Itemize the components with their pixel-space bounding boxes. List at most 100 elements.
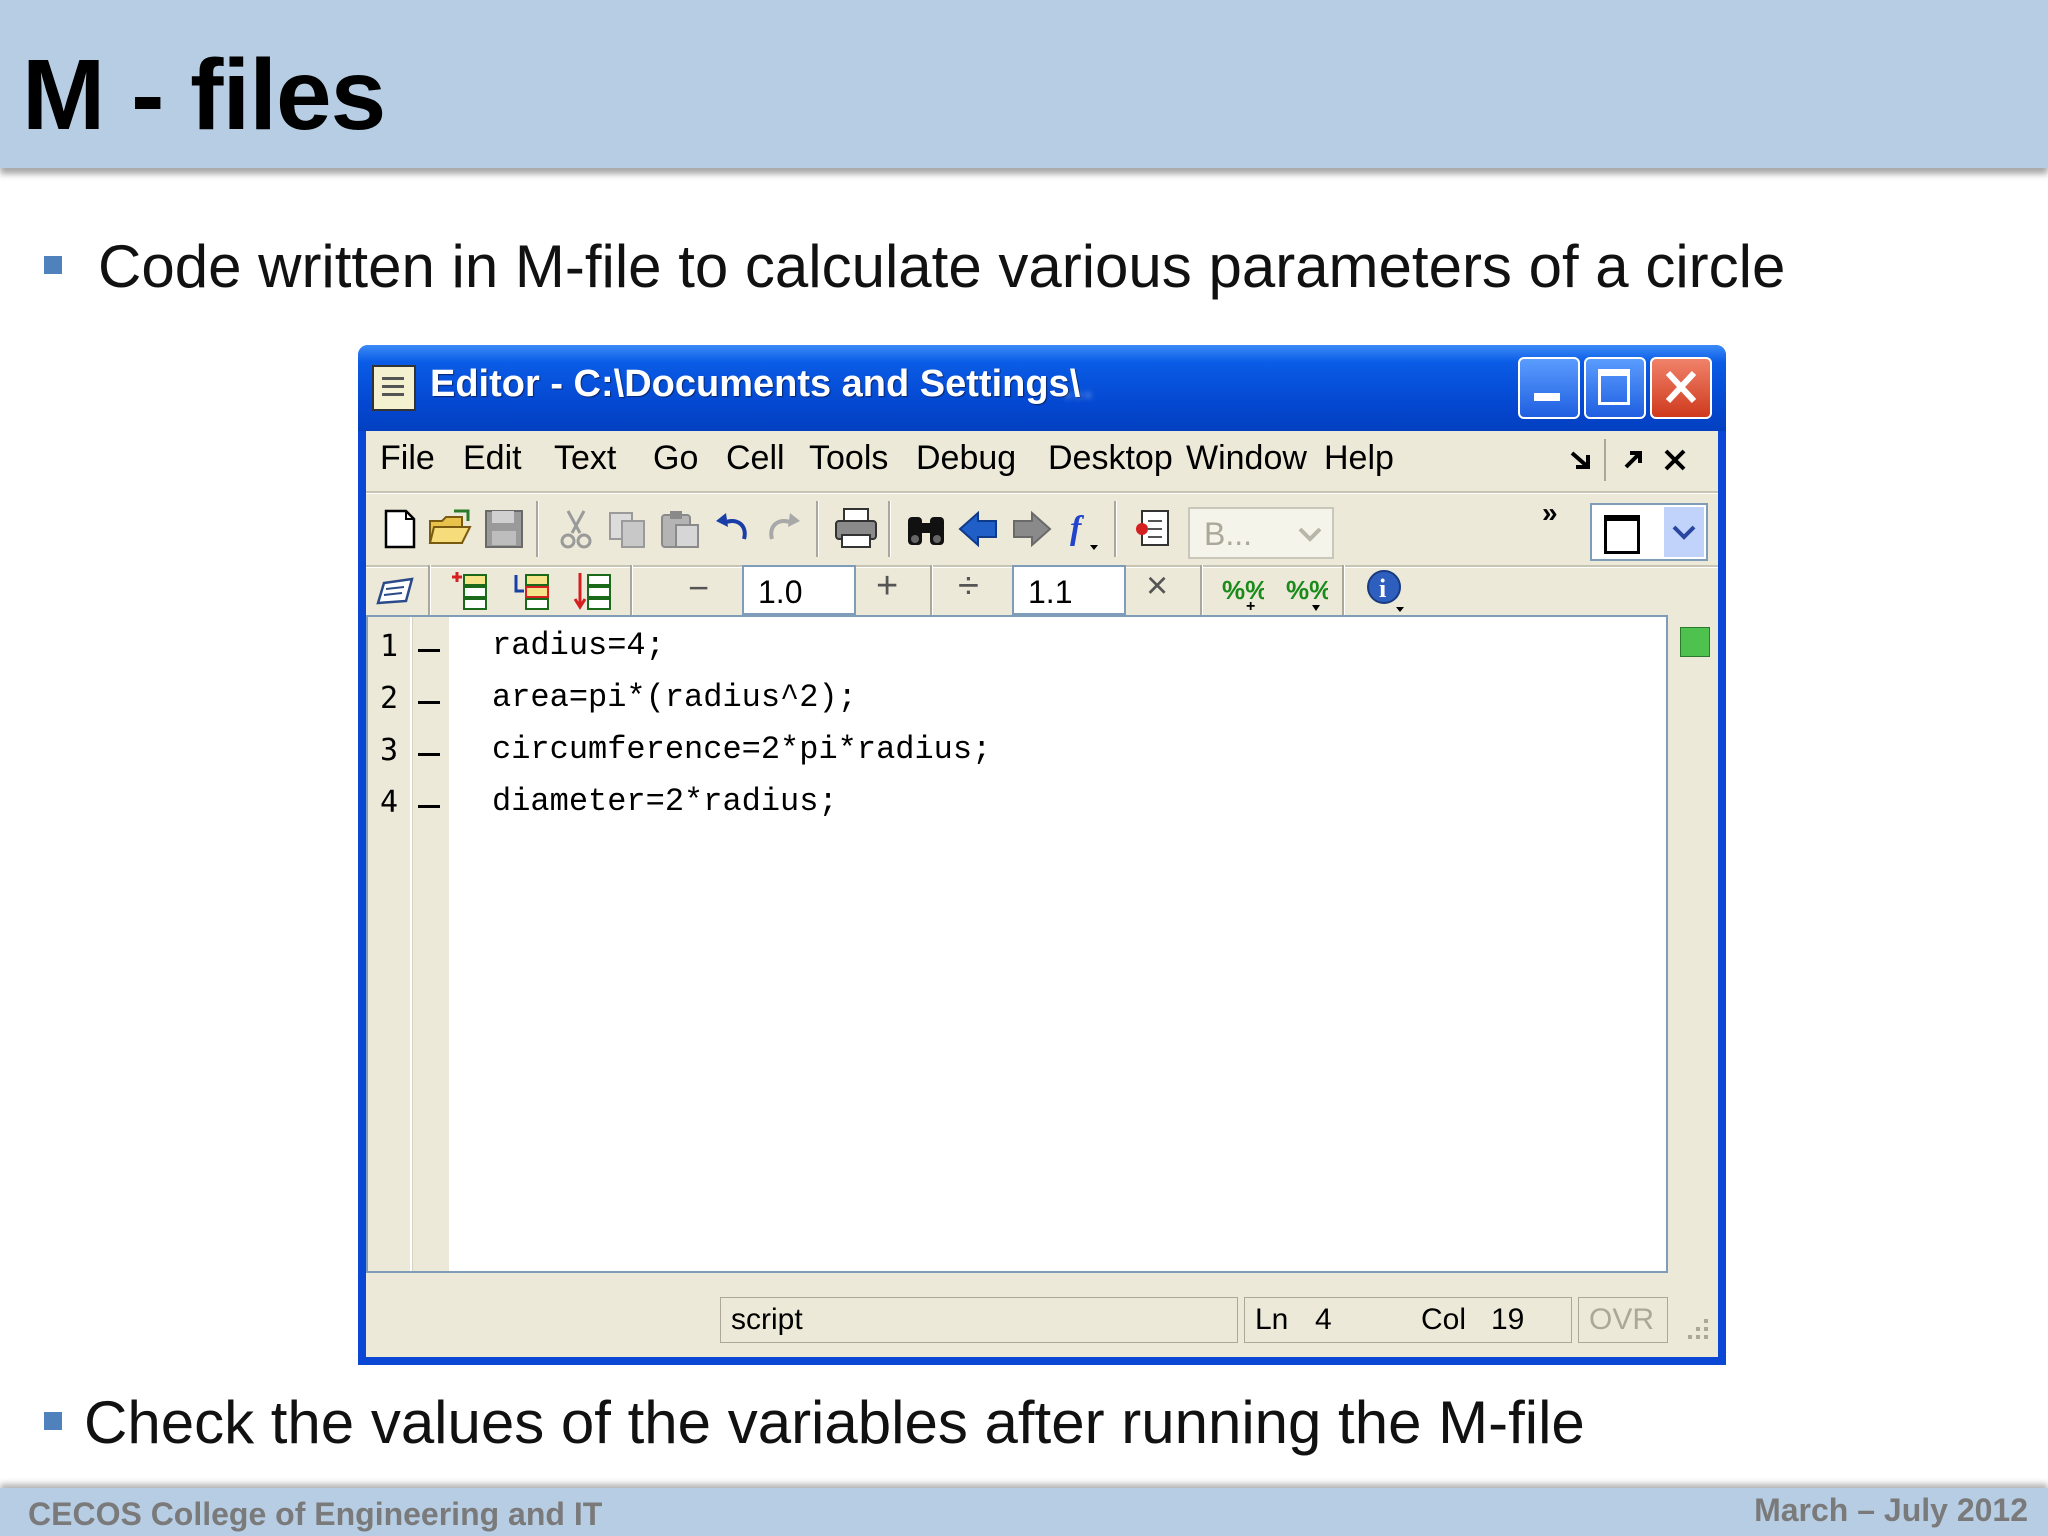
code-editor[interactable]: 1 radius=4; 2 area=pi*(radius^2); 3 circ… [366, 615, 1668, 1273]
chevron-down-icon [1298, 527, 1322, 542]
line-number: 1 [380, 629, 399, 664]
decrement-button[interactable]: − [688, 567, 709, 609]
menu-file[interactable]: File [380, 439, 435, 478]
menu-bar: File Edit Text Go Cell Tools Debug Deskt… [366, 431, 1718, 491]
menu-desktop[interactable]: Desktop [1048, 439, 1173, 478]
menu-go[interactable]: Go [653, 439, 698, 478]
executable-line-marker[interactable] [418, 805, 440, 808]
menu-debug[interactable]: Debug [916, 439, 1016, 478]
redo-icon[interactable] [762, 507, 806, 551]
status-mode: script [720, 1297, 1238, 1343]
svg-text:+: + [1246, 598, 1255, 613]
footer-date: March – July 2012 [1754, 1492, 2028, 1528]
maximize-button[interactable] [1584, 357, 1646, 419]
menu-separator [1604, 439, 1606, 481]
increment-button[interactable]: + [876, 565, 898, 608]
increment-value-field[interactable]: 1.0 [742, 565, 856, 615]
bullet-marker [44, 1412, 62, 1430]
multiply-button[interactable]: × [1146, 565, 1168, 608]
forward-icon[interactable] [1010, 507, 1054, 551]
stack-select[interactable]: B... [1188, 507, 1334, 559]
resize-grip-icon[interactable] [1684, 1315, 1712, 1343]
line-number: 4 [380, 785, 399, 820]
window-title: Editor - C:\Documents and Settings\ [430, 363, 1081, 405]
bullet-marker [44, 256, 62, 274]
toolbar-separator [930, 565, 933, 617]
paste-icon[interactable] [658, 507, 702, 551]
menu-text[interactable]: Text [554, 439, 616, 478]
undo-icon[interactable] [710, 507, 754, 551]
insert-cell-break-icon[interactable]: %% + [1220, 569, 1264, 613]
toolbar-separator [1200, 565, 1203, 617]
open-folder-icon[interactable] [428, 507, 472, 551]
evaluate-advance-icon[interactable] [510, 569, 554, 613]
line-number: 3 [380, 733, 399, 768]
back-icon[interactable] [956, 507, 1000, 551]
status-ln-value: 4 [1315, 1303, 1332, 1336]
svg-text:%%: %% [1222, 575, 1264, 605]
code-line[interactable]: circumference=2*pi*radius; [492, 731, 991, 768]
layout-select[interactable] [1590, 503, 1708, 561]
toolbar-separator [888, 501, 891, 557]
cell-toolbar: − 1.0 + ÷ 1.1 × %% + %% i [366, 565, 1718, 617]
menu-tools[interactable]: Tools [809, 439, 888, 478]
menu-edit[interactable]: Edit [463, 439, 522, 478]
close-document-icon[interactable] [1660, 445, 1690, 475]
cell-mode-icon[interactable] [374, 569, 418, 613]
maximize-icon [1598, 369, 1630, 405]
status-ln-label: Ln [1255, 1303, 1289, 1336]
editor-window: Editor - C:\Documents and Settings\ ... … [358, 345, 1726, 1365]
executable-line-marker[interactable] [418, 753, 440, 756]
window-title-obscured: ... [1063, 365, 1094, 406]
stack-select-value: B... [1204, 516, 1253, 552]
save-icon[interactable] [482, 507, 526, 551]
line-number: 2 [380, 681, 399, 716]
code-line[interactable]: radius=4; [492, 627, 665, 664]
svg-text:%%: %% [1286, 575, 1328, 605]
print-icon[interactable] [834, 507, 878, 551]
divide-button[interactable]: ÷ [958, 565, 979, 608]
main-toolbar: f B... » [366, 495, 1718, 565]
status-position: Ln 4 Col 19 [1244, 1297, 1572, 1343]
evaluate-cell-icon[interactable] [448, 569, 492, 613]
undock-icon[interactable] [1566, 445, 1596, 475]
toolbar-separator [630, 565, 633, 617]
copy-icon[interactable] [606, 507, 650, 551]
toolbar-separator [1114, 501, 1117, 557]
evaluate-file-icon[interactable] [572, 569, 616, 613]
dock-arrow-icon[interactable] [1618, 445, 1648, 475]
editor-app-icon [372, 365, 416, 411]
menu-toolbar-divider [366, 491, 1718, 494]
info-icon[interactable]: i [1366, 569, 1410, 613]
toolbar-separator [1342, 565, 1345, 617]
cut-icon[interactable] [554, 507, 598, 551]
code-line[interactable]: area=pi*(radius^2); [492, 679, 857, 716]
footer-institution: CECOS College of Engineering and IT [28, 1496, 603, 1532]
code-line[interactable]: diameter=2*radius; [492, 783, 838, 820]
close-icon [1665, 370, 1697, 404]
multiply-value-field[interactable]: 1.1 [1012, 565, 1126, 615]
debug-stack-icon[interactable] [1132, 507, 1176, 551]
window-layout-icon [1604, 515, 1640, 554]
toolbar-separator [816, 501, 819, 557]
breakpoint-gutter[interactable] [412, 617, 449, 1271]
find-icon[interactable] [904, 507, 948, 551]
toolbar-separator [536, 501, 539, 557]
function-icon[interactable]: f [1062, 507, 1106, 551]
new-file-icon[interactable] [378, 507, 422, 551]
status-col-label: Col [1421, 1303, 1467, 1336]
executable-line-marker[interactable] [418, 649, 440, 652]
menu-help[interactable]: Help [1324, 439, 1394, 478]
minimize-button[interactable] [1518, 357, 1580, 419]
layout-select-dropdown[interactable] [1664, 507, 1704, 557]
minimize-icon [1534, 393, 1560, 401]
window-titlebar[interactable]: Editor - C:\Documents and Settings\ ... [358, 345, 1726, 431]
executable-line-marker[interactable] [418, 701, 440, 704]
close-button[interactable] [1650, 357, 1712, 419]
mlint-status-indicator[interactable] [1680, 627, 1710, 657]
toolbar-overflow-icon[interactable]: » [1542, 497, 1558, 529]
bullet-text-1: Code written in M-file to calculate vari… [98, 233, 1786, 300]
menu-cell[interactable]: Cell [726, 439, 785, 478]
cell-format-icon[interactable]: %% [1284, 569, 1328, 613]
menu-window[interactable]: Window [1186, 439, 1307, 478]
